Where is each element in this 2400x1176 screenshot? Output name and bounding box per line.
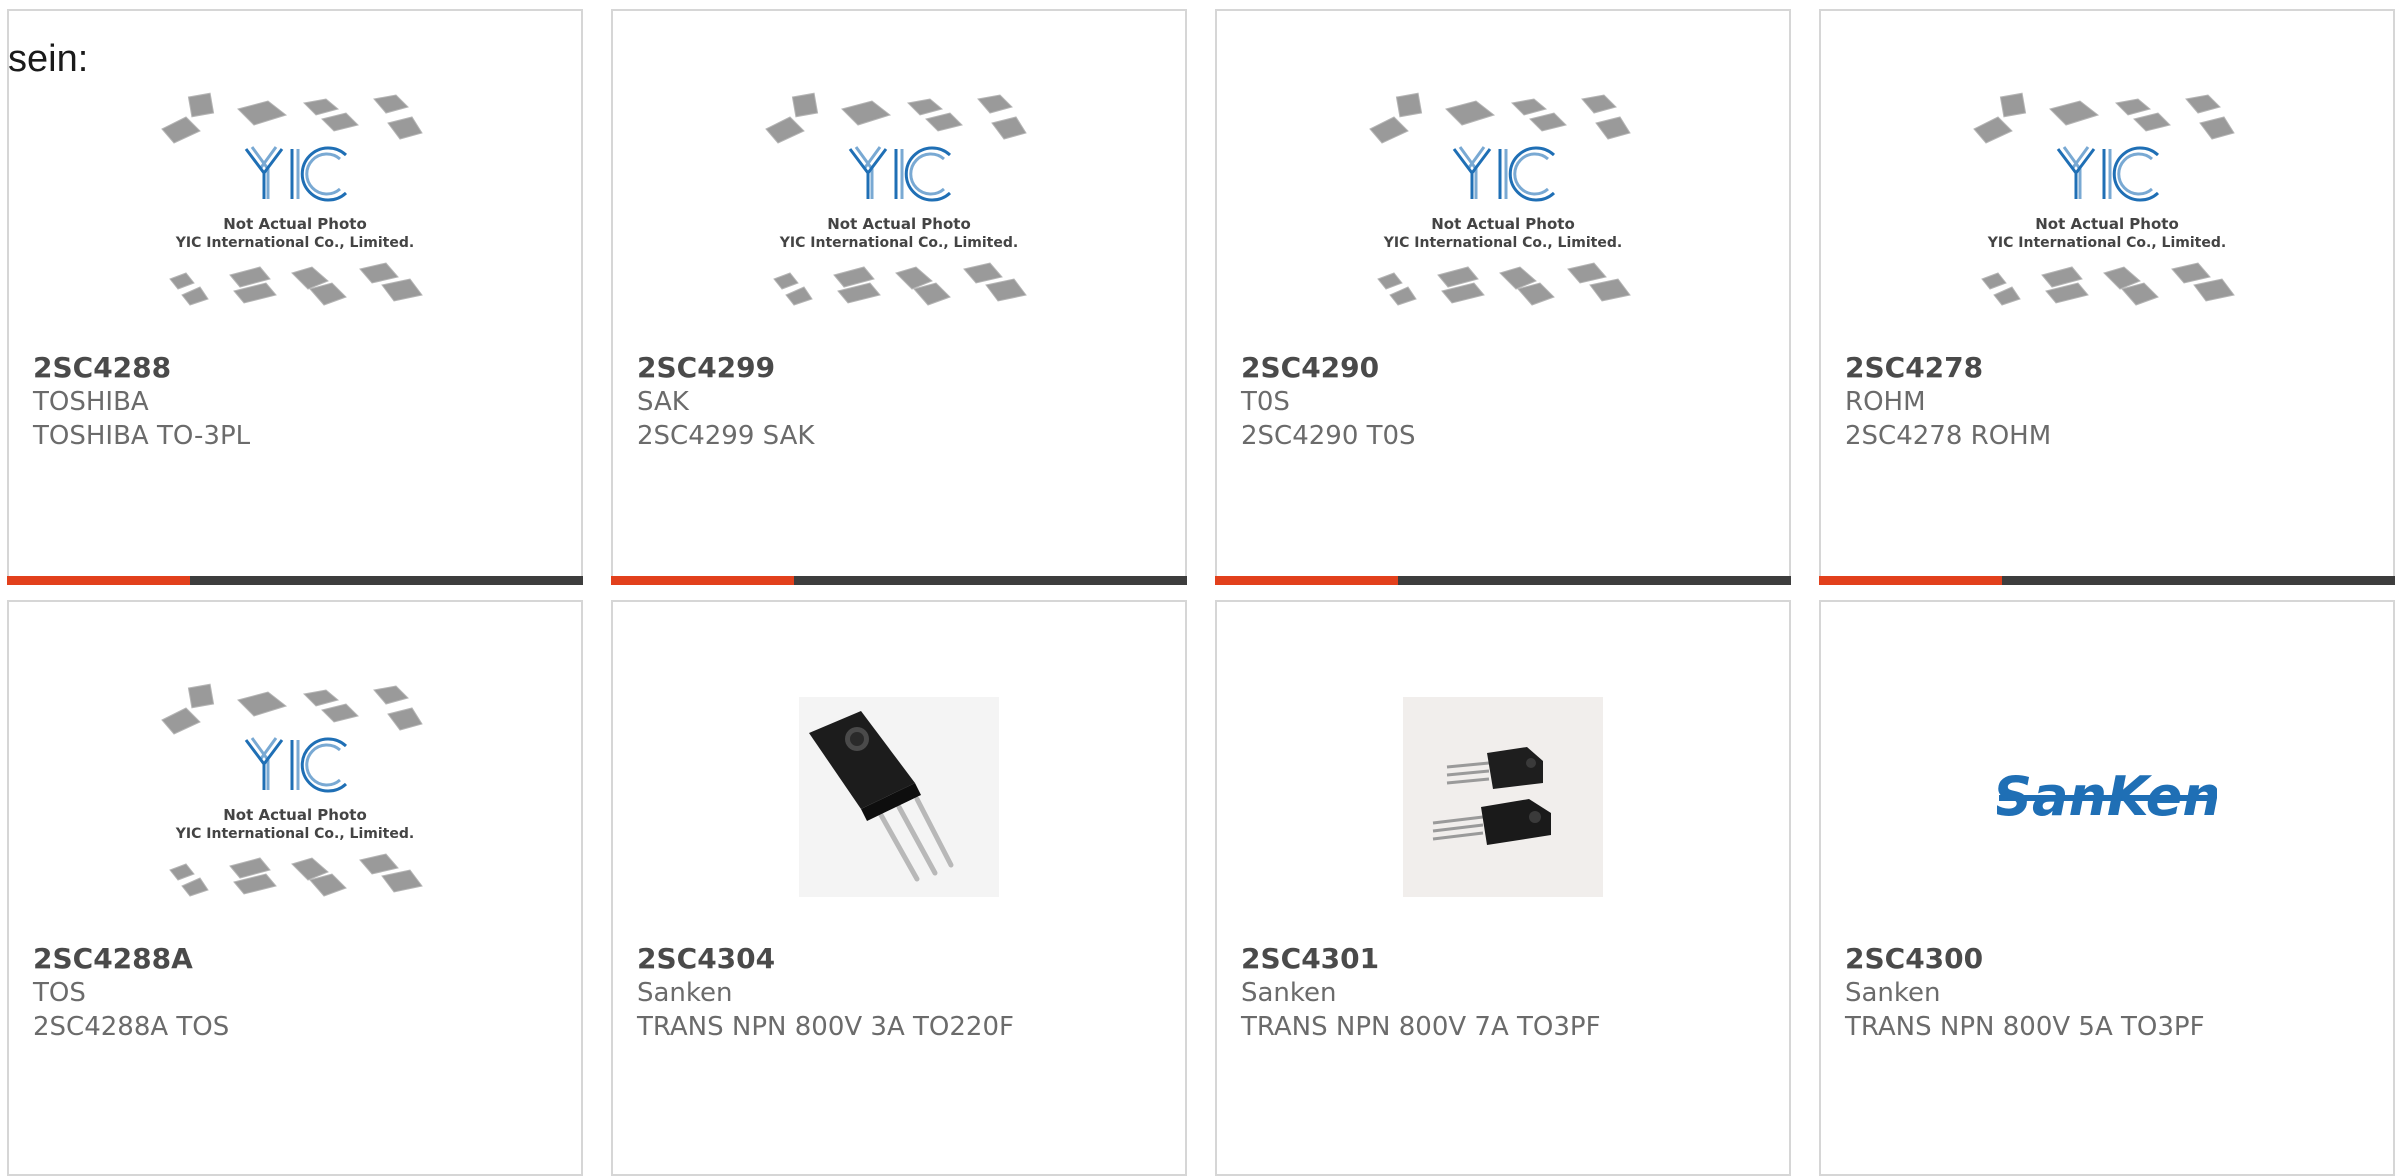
placeholder-line1: Not Actual Photo bbox=[223, 215, 367, 233]
intro-text: sein: bbox=[8, 38, 89, 80]
product-image[interactable]: Not Actual Photo YIC International Co., … bbox=[33, 652, 557, 942]
placeholder-line2: YIC International Co., Limited. bbox=[1383, 235, 1622, 251]
product-card[interactable]: Not Actual Photo YIC International Co., … bbox=[1215, 9, 1791, 585]
part-number[interactable]: 2SC4299 bbox=[637, 351, 1169, 385]
product-info: 2SC4288A TOS 2SC4288A TOS bbox=[33, 942, 565, 1044]
yic-placeholder-image: Not Actual Photo YIC International Co., … bbox=[161, 92, 423, 306]
product-info: 2SC4288 TOSHIBA TOSHIBA TO-3PL bbox=[33, 351, 565, 453]
part-number[interactable]: 2SC4288 bbox=[33, 351, 565, 385]
transistor-photo bbox=[799, 697, 999, 897]
product-image[interactable]: Not Actual Photo YIC International Co., … bbox=[637, 61, 1161, 351]
product-info: 2SC4290 T0S 2SC4290 T0S bbox=[1241, 351, 1773, 453]
manufacturer: TOSHIBA bbox=[33, 387, 149, 417]
product-card[interactable]: 2SC4304 Sanken TRANS NPN 800V 3A TO220F bbox=[611, 600, 1187, 1176]
placeholder-line2: YIC International Co., Limited. bbox=[1987, 235, 2226, 251]
placeholder-line2: YIC International Co., Limited. bbox=[779, 235, 1018, 251]
product-card[interactable]: Not Actual Photo YIC International Co., … bbox=[7, 600, 583, 1176]
product-card[interactable]: Not Actual Photo YIC International Co., … bbox=[611, 9, 1187, 585]
part-number[interactable]: 2SC4300 bbox=[1845, 942, 2377, 976]
description: TRANS NPN 800V 5A TO3PF bbox=[1845, 1012, 2205, 1042]
product-info: 2SC4278 ROHM 2SC4278 ROHM bbox=[1845, 351, 2377, 453]
product-card[interactable]: Not Actual Photo YIC International Co., … bbox=[7, 9, 583, 585]
description: 2SC4278 ROHM bbox=[1845, 421, 2052, 451]
placeholder-line2: YIC International Co., Limited. bbox=[175, 235, 414, 251]
card-accent-bar bbox=[611, 576, 1187, 585]
product-image[interactable]: Not Actual Photo YIC International Co., … bbox=[1241, 61, 1765, 351]
product-card[interactable]: 2SC4301 Sanken TRANS NPN 800V 7A TO3PF bbox=[1215, 600, 1791, 1176]
placeholder-line1: Not Actual Photo bbox=[2035, 215, 2179, 233]
sanken-logo-text: SanKen bbox=[1997, 765, 2217, 828]
card-accent-bar bbox=[1215, 576, 1791, 585]
product-card[interactable]: SanKen 2SC4300 Sanken TRANS NPN 800V 5A … bbox=[1819, 600, 2395, 1176]
product-image[interactable] bbox=[1241, 652, 1765, 942]
description: 2SC4299 SAK bbox=[637, 421, 815, 451]
product-info: 2SC4300 Sanken TRANS NPN 800V 5A TO3PF bbox=[1845, 942, 2377, 1044]
part-number[interactable]: 2SC4278 bbox=[1845, 351, 2377, 385]
product-image[interactable]: Not Actual Photo YIC International Co., … bbox=[33, 61, 557, 351]
manufacturer: ROHM bbox=[1845, 387, 1926, 417]
product-image[interactable]: SanKen bbox=[1845, 652, 2369, 942]
manufacturer: T0S bbox=[1241, 387, 1290, 417]
description: TRANS NPN 800V 7A TO3PF bbox=[1241, 1012, 1601, 1042]
yic-placeholder-image: Not Actual Photo YIC International Co., … bbox=[1973, 92, 2235, 306]
part-number[interactable]: 2SC4290 bbox=[1241, 351, 1773, 385]
part-number[interactable]: 2SC4301 bbox=[1241, 942, 1773, 976]
product-grid: Not Actual Photo YIC International Co., … bbox=[0, 0, 2400, 1176]
manufacturer: Sanken bbox=[1845, 978, 1941, 1008]
description: TOSHIBA TO-3PL bbox=[33, 421, 251, 451]
manufacturer: Sanken bbox=[1241, 978, 1337, 1008]
product-image[interactable]: Not Actual Photo YIC International Co., … bbox=[1845, 61, 2369, 351]
manufacturer: SAK bbox=[637, 387, 689, 417]
description: 2SC4288A TOS bbox=[33, 1012, 230, 1042]
transistor-pair-photo bbox=[1403, 697, 1603, 897]
yic-placeholder-image: Not Actual Photo YIC International Co., … bbox=[765, 92, 1027, 306]
sanken-logo: SanKen bbox=[1997, 765, 2217, 828]
placeholder-line1: Not Actual Photo bbox=[223, 806, 367, 824]
manufacturer: Sanken bbox=[637, 978, 733, 1008]
description: 2SC4290 T0S bbox=[1241, 421, 1416, 451]
part-number[interactable]: 2SC4288A bbox=[33, 942, 565, 976]
card-accent-bar bbox=[1819, 576, 2395, 585]
product-info: 2SC4299 SAK 2SC4299 SAK bbox=[637, 351, 1169, 453]
part-number[interactable]: 2SC4304 bbox=[637, 942, 1169, 976]
manufacturer: TOS bbox=[33, 978, 86, 1008]
product-info: 2SC4304 Sanken TRANS NPN 800V 3A TO220F bbox=[637, 942, 1169, 1044]
description: TRANS NPN 800V 3A TO220F bbox=[637, 1012, 1014, 1042]
placeholder-line1: Not Actual Photo bbox=[1431, 215, 1575, 233]
placeholder-line2: YIC International Co., Limited. bbox=[175, 826, 414, 842]
yic-placeholder-image: Not Actual Photo YIC International Co., … bbox=[1369, 92, 1631, 306]
card-accent-bar bbox=[7, 576, 583, 585]
placeholder-line1: Not Actual Photo bbox=[827, 215, 971, 233]
product-image[interactable] bbox=[637, 652, 1161, 942]
product-info: 2SC4301 Sanken TRANS NPN 800V 7A TO3PF bbox=[1241, 942, 1773, 1044]
yic-placeholder-image: Not Actual Photo YIC International Co., … bbox=[161, 683, 423, 897]
product-card[interactable]: Not Actual Photo YIC International Co., … bbox=[1819, 9, 2395, 585]
